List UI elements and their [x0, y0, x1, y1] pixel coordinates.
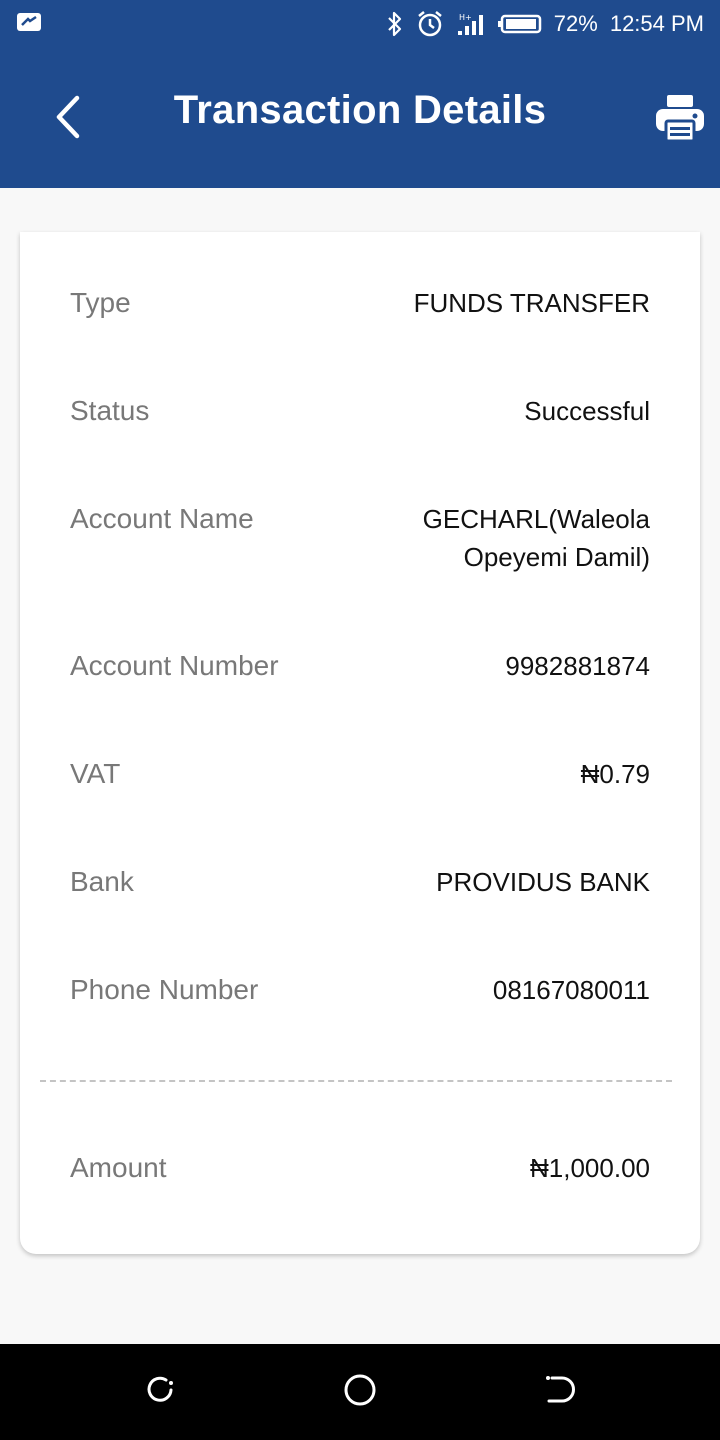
home-icon — [343, 1373, 377, 1412]
detail-row-bank: Bank PROVIDUS BANK — [70, 863, 650, 901]
detail-value: 08167080011 — [492, 975, 650, 1005]
detail-value: ₦0.79 — [580, 759, 650, 789]
detail-value: 9982881874 — [505, 651, 650, 681]
transaction-details-card: Type FUNDS TRANSFER Status Successful Ac… — [20, 232, 700, 1254]
detail-row-type: Type FUNDS TRANSFER — [70, 284, 650, 322]
signal-icon: H+ — [456, 11, 486, 37]
amount-row: Amount ₦1,000.00 — [70, 1149, 650, 1187]
back-icon — [543, 1374, 577, 1411]
detail-label: Status — [70, 395, 150, 426]
dashed-divider — [40, 1080, 672, 1082]
clock: 12:54 PM — [609, 11, 704, 36]
detail-label: Account Number — [70, 650, 279, 681]
amount-value: ₦1,000.00 — [530, 1153, 650, 1183]
alarm-icon — [416, 10, 444, 38]
detail-value: FUNDS TRANSFER — [413, 288, 650, 318]
detail-row-account-name: Account Name GECHARL(Waleola Opeyemi Dam… — [70, 500, 650, 576]
system-back-button[interactable] — [540, 1372, 580, 1412]
status-icons: H+ 72% 12:54 PM — [386, 10, 704, 38]
printer-icon — [655, 94, 705, 147]
detail-row-status: Status Successful — [70, 392, 650, 430]
detail-label: Phone Number — [70, 974, 259, 1005]
battery-percent: 72% — [553, 11, 598, 36]
svg-text:H+: H+ — [459, 13, 472, 22]
status-bar: H+ 72% 12:54 PM — [0, 0, 720, 48]
detail-label: Account Name — [70, 503, 254, 534]
home-button[interactable] — [340, 1372, 380, 1412]
notification-icon — [16, 11, 42, 38]
detail-row-phone-number: Phone Number 08167080011 — [70, 971, 650, 1009]
detail-value: PROVIDUS BANK — [436, 867, 650, 897]
recent-apps-icon — [144, 1374, 176, 1411]
detail-row-account-number: Account Number 9982881874 — [70, 647, 650, 685]
bluetooth-icon — [386, 11, 404, 37]
print-button[interactable] — [650, 92, 710, 148]
detail-label: Type — [70, 287, 131, 318]
detail-value: GECHARL(Waleola Opeyemi Damil) — [422, 504, 650, 572]
page-title: Transaction Details — [173, 88, 547, 132]
detail-row-vat: VAT ₦0.79 — [70, 755, 650, 793]
amount-label: Amount — [70, 1152, 167, 1183]
system-nav-bar — [0, 1344, 720, 1440]
detail-value: Successful — [524, 396, 650, 426]
detail-label: Bank — [70, 866, 134, 897]
app-bar: Transaction Details — [0, 48, 720, 188]
battery-icon — [497, 13, 542, 35]
detail-label: VAT — [70, 758, 121, 789]
recent-apps-button[interactable] — [140, 1372, 180, 1412]
